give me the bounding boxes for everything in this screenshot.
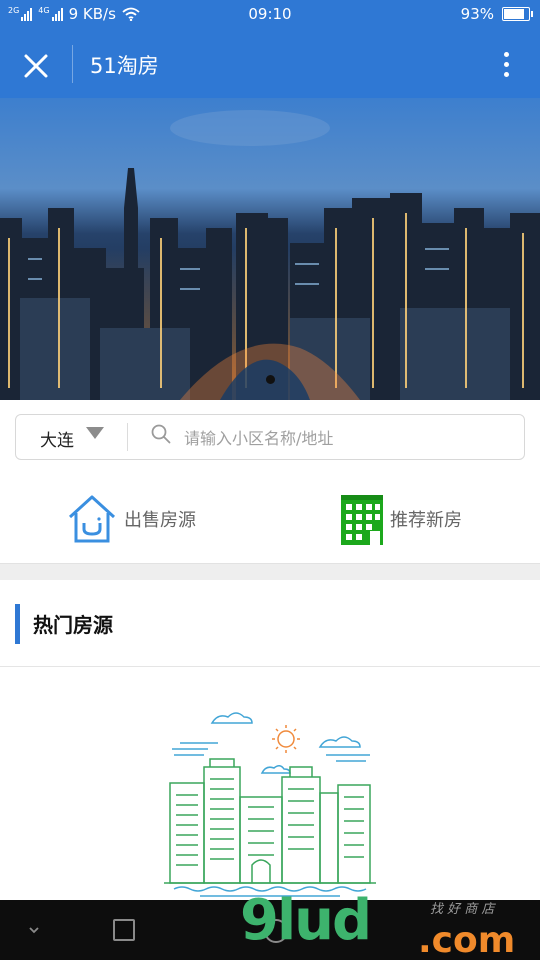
city-line-art-illustration [164,712,376,897]
battery-percent: 93% [460,5,494,23]
quick-link-new-homes[interactable]: 推荐新房 [340,476,462,562]
city-skyline-image [0,98,540,400]
quick-link-sell[interactable]: 出售房源 [66,476,196,562]
house-icon [68,495,116,543]
battery-icon [502,7,533,21]
banner-carousel[interactable] [0,98,540,400]
recent-apps-icon[interactable] [113,919,135,941]
quick-link-label: 出售房源 [124,510,196,531]
hot-listings-header: 热门房源 [0,580,540,667]
building-icon [341,495,383,545]
quick-link-label: 推荐新房 [390,510,462,531]
battery-fill [504,9,524,19]
watermark-subtext: 找 好 商 店 [430,902,495,917]
dropdown-arrow-icon[interactable] [86,427,104,439]
section-title: 热门房源 [33,613,113,637]
section-separator [0,563,540,581]
search-divider [127,423,128,451]
status-bar: 2G 4G 9 KB/s 09:10 93% [0,0,540,30]
status-time: 09:10 [248,5,292,23]
title-divider [72,45,73,83]
status-right: 93% [460,5,533,23]
page-title: 51淘房 [90,54,159,78]
search-input[interactable] [182,423,506,453]
section-accent-bar [15,604,20,644]
watermark-logo: 9lud [240,888,372,953]
watermark-domain: .com [418,920,516,961]
close-icon[interactable] [18,48,54,84]
search-icon [151,424,171,444]
search-bar: 大连 [15,414,525,460]
carousel-dot-active[interactable] [265,375,275,384]
back-icon[interactable] [24,920,44,940]
city-selector[interactable]: 大连 [40,426,74,451]
carousel-dots [0,375,540,384]
more-vertical-icon[interactable] [498,48,514,82]
title-bar: 51淘房 [0,30,540,98]
